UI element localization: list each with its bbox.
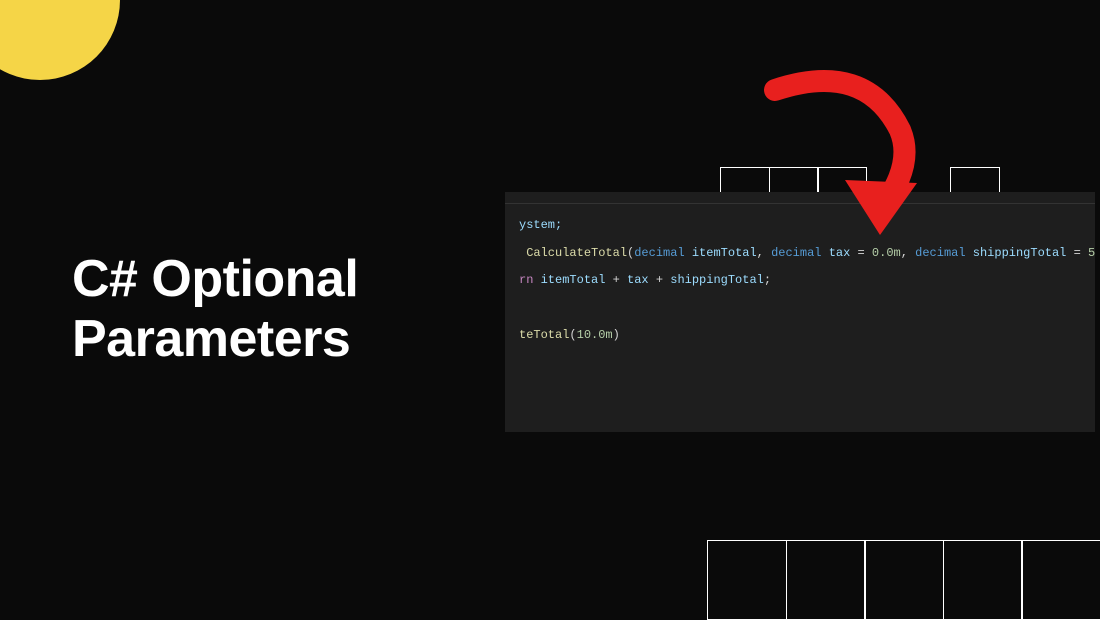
code-token: tax — [829, 246, 851, 260]
page-title: C# Optional Parameters — [72, 250, 358, 370]
title-line-2: Parameters — [72, 310, 350, 368]
box — [786, 540, 866, 620]
yellow-accent-circle — [0, 0, 120, 80]
arrow-icon — [745, 65, 945, 245]
code-token: ystem; — [519, 218, 562, 232]
code-token: decimal — [634, 246, 684, 260]
code-token: shippingTotal — [670, 273, 764, 287]
code-token: rn — [519, 273, 533, 287]
code-token: decimal — [915, 246, 965, 260]
code-token: 0.0m — [872, 246, 901, 260]
decorative-boxes-bottom — [707, 540, 1100, 620]
code-token: tax — [627, 273, 649, 287]
code-token: CalculateTotal — [526, 246, 627, 260]
code-token: decimal — [771, 246, 821, 260]
code-line-blank — [519, 295, 1095, 323]
code-token: itemTotal — [692, 246, 757, 260]
box — [1021, 540, 1100, 620]
box — [943, 540, 1023, 620]
code-token: itemTotal — [541, 273, 606, 287]
code-token: teTotal — [519, 328, 569, 342]
code-token: 10.0m — [577, 328, 613, 342]
code-token: 5.0 — [1088, 246, 1095, 260]
title-line-1: C# Optional — [72, 250, 358, 308]
code-line-4: teTotal(10.0m) — [519, 322, 1095, 350]
box — [707, 540, 787, 620]
code-token: shippingTotal — [973, 246, 1067, 260]
code-line-3: rn itemTotal + tax + shippingTotal; — [519, 267, 1095, 295]
box — [864, 540, 944, 620]
